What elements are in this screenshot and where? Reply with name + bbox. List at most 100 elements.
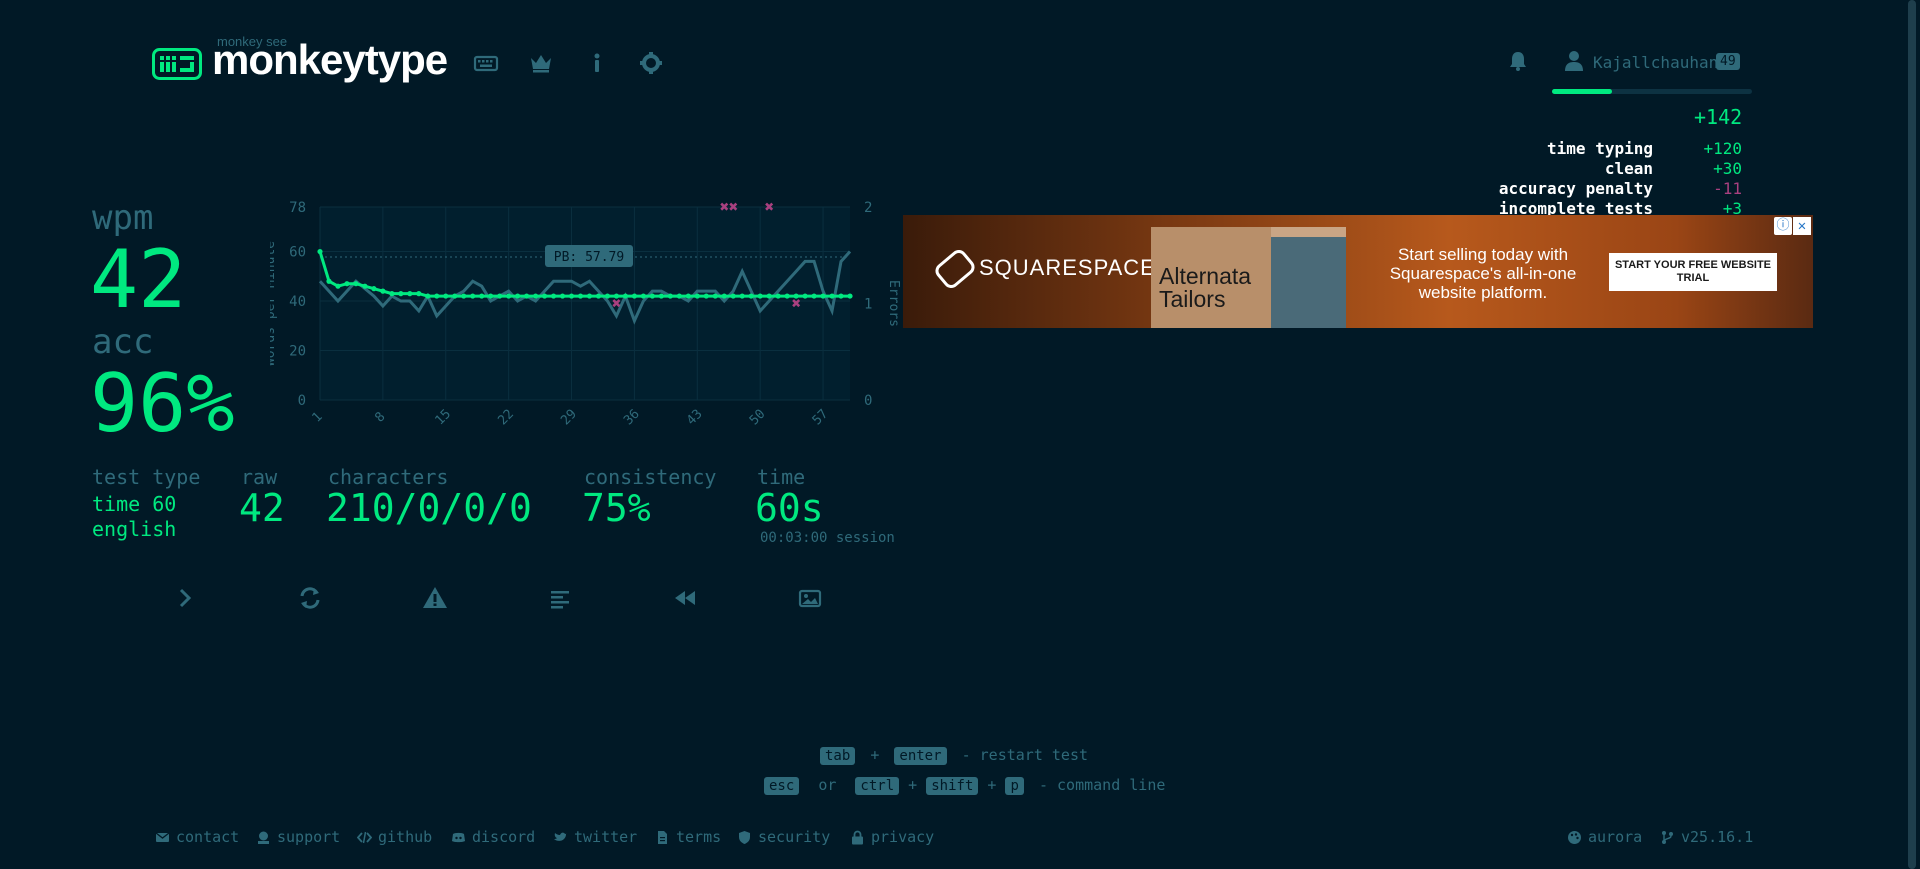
keyboard-icon[interactable] bbox=[473, 50, 499, 76]
chart-series-wpm-point bbox=[326, 278, 332, 284]
crown-icon[interactable] bbox=[528, 50, 554, 76]
hint-plus: + bbox=[870, 746, 880, 764]
footer-privacy-link[interactable]: privacy bbox=[850, 828, 934, 846]
footer-support-link[interactable]: support bbox=[256, 828, 340, 846]
footer-twitter-link[interactable]: twitter bbox=[553, 828, 637, 846]
bell-icon[interactable] bbox=[1507, 50, 1529, 72]
ad-logo[interactable]: SQUARESPACE bbox=[932, 246, 1156, 292]
ad-info-icon[interactable]: ⓘ bbox=[1774, 217, 1792, 235]
chart-error-mark: ✖ bbox=[791, 297, 801, 311]
chart-series-wpm-point bbox=[398, 291, 404, 297]
footer-contact-label: contact bbox=[176, 828, 240, 846]
test-type-label: test type bbox=[92, 465, 201, 489]
chart-x-tick-label: 50 bbox=[747, 407, 769, 429]
chart-series-wpm-point bbox=[470, 293, 476, 299]
chart-series-wpm-point bbox=[515, 293, 521, 299]
chart-x-tick-label: 15 bbox=[432, 407, 454, 429]
raw-value[interactable]: 42 bbox=[239, 486, 285, 530]
chart-series-wpm-point bbox=[550, 293, 557, 299]
chart-series-wpm-point bbox=[811, 293, 817, 299]
command-hint: esc or ctrl + shift + p - command line bbox=[764, 776, 1166, 795]
chart-y2-tick-label: 2 bbox=[864, 200, 872, 216]
key-tab: tab bbox=[820, 747, 856, 765]
result-chart[interactable]: 0204060780121 8 15 22 29 36 43 50 57Words per Mi… bbox=[270, 195, 900, 435]
footer-version-link[interactable]: v25.16.1 bbox=[1660, 828, 1753, 846]
squarespace-icon bbox=[932, 246, 978, 292]
hint-or: or bbox=[818, 776, 837, 794]
screenshot-button[interactable] bbox=[796, 584, 824, 612]
footer-terms-link[interactable]: terms bbox=[655, 828, 721, 846]
chart-series-wpm-point bbox=[649, 293, 655, 299]
footer-twitter-label: twitter bbox=[574, 828, 638, 846]
footer-version-label: v25.16.1 bbox=[1681, 828, 1754, 846]
username[interactable]: Kajallchauhan bbox=[1593, 53, 1718, 72]
chart-series-wpm-point bbox=[694, 293, 700, 299]
characters-value[interactable]: 210/0/0/0 bbox=[326, 486, 532, 530]
footer-theme-button[interactable]: aurora bbox=[1567, 828, 1642, 846]
test-type-value[interactable]: time 60 english bbox=[92, 492, 176, 542]
ad-photo[interactable]: Alternata Tailors bbox=[1151, 227, 1346, 328]
logo-text[interactable]: monkeytype bbox=[212, 36, 448, 84]
chart-x-tick-label: 57 bbox=[810, 407, 832, 429]
footer-contact-link[interactable]: contact bbox=[155, 828, 239, 846]
next-test-button[interactable] bbox=[171, 584, 199, 612]
ad-logo-text: SQUARESPACE bbox=[979, 255, 1156, 280]
ad-photo-right bbox=[1271, 237, 1346, 328]
footer-security-link[interactable]: security bbox=[737, 828, 830, 846]
time-value[interactable]: 60s bbox=[755, 486, 824, 530]
footer-discord-link[interactable]: discord bbox=[451, 828, 535, 846]
chart-y2-tick-label: 1 bbox=[864, 297, 872, 313]
chart-series-wpm-point bbox=[317, 248, 323, 255]
xp-row-value: -11 bbox=[1713, 179, 1742, 198]
shield-icon bbox=[739, 830, 750, 844]
restart-hint-text: - restart test bbox=[961, 746, 1089, 764]
chart-series-wpm-point bbox=[425, 293, 431, 299]
ad-headline[interactable]: Start selling today with Squarespace's a… bbox=[1363, 245, 1603, 302]
chart-series-wpm-point bbox=[452, 293, 458, 299]
footer-discord-label: discord bbox=[472, 828, 536, 846]
info-icon[interactable] bbox=[584, 50, 610, 76]
ad-banner[interactable]: SQUARESPACE Alternata Tailors Start sell… bbox=[903, 215, 1813, 328]
chart-y-tick-label: 20 bbox=[289, 344, 306, 360]
image-icon bbox=[798, 589, 822, 608]
backward-icon bbox=[675, 591, 695, 605]
acc-value[interactable]: 96% bbox=[90, 364, 235, 444]
replay-button[interactable] bbox=[671, 584, 699, 612]
chart-y-tick-label: 60 bbox=[289, 245, 306, 261]
consistency-value[interactable]: 75% bbox=[582, 486, 651, 530]
ad-close-icon[interactable]: ✕ bbox=[1793, 217, 1811, 235]
report-quote-button[interactable] bbox=[421, 584, 449, 612]
chart-series-wpm-point bbox=[676, 293, 682, 299]
xp-row-label: time typing bbox=[1547, 139, 1653, 158]
scrollbar-thumb[interactable] bbox=[1908, 0, 1916, 869]
chart-series-wpm-point bbox=[541, 293, 548, 299]
chart-error-mark: ✖ bbox=[611, 297, 621, 311]
user-icon[interactable] bbox=[1563, 50, 1585, 72]
xp-breakdown: time typing +120 clean +30 accuracy penalt… bbox=[1475, 139, 1750, 219]
chart-series-wpm-point bbox=[640, 293, 646, 299]
chart-series-wpm-point bbox=[739, 293, 745, 299]
restart-test-button[interactable] bbox=[296, 584, 324, 612]
chart-series-wpm-point bbox=[434, 293, 440, 299]
ad-cta-button[interactable]: START YOUR FREE WEBSITE TRIAL bbox=[1609, 253, 1777, 291]
command-hint-text: - command line bbox=[1038, 776, 1166, 794]
key-esc: esc bbox=[764, 777, 800, 795]
chart-series-wpm-point bbox=[703, 293, 709, 299]
level-badge: 49 bbox=[1716, 53, 1740, 70]
key-shift: shift bbox=[926, 777, 979, 795]
chart-series-wpm-point bbox=[820, 293, 826, 299]
chart-x-tick-label: 8 bbox=[372, 409, 388, 425]
chart-y-tick-label: 40 bbox=[289, 294, 306, 310]
discord-icon bbox=[452, 832, 465, 842]
ad-photo-text: Alternata Tailors bbox=[1159, 263, 1252, 312]
chart-y2-tick-label: 0 bbox=[864, 393, 872, 409]
words-history-button[interactable] bbox=[546, 584, 574, 612]
wpm-value[interactable]: 42 bbox=[90, 240, 186, 320]
chart-series-wpm-point bbox=[407, 291, 413, 297]
chart-series-wpm-point bbox=[829, 293, 835, 299]
logo-icon[interactable] bbox=[152, 48, 202, 80]
chart-x-tick-label: 1 bbox=[309, 409, 325, 425]
gear-icon[interactable] bbox=[638, 50, 664, 76]
footer-github-link[interactable]: github bbox=[357, 828, 432, 846]
chart-plot-area bbox=[320, 207, 850, 400]
